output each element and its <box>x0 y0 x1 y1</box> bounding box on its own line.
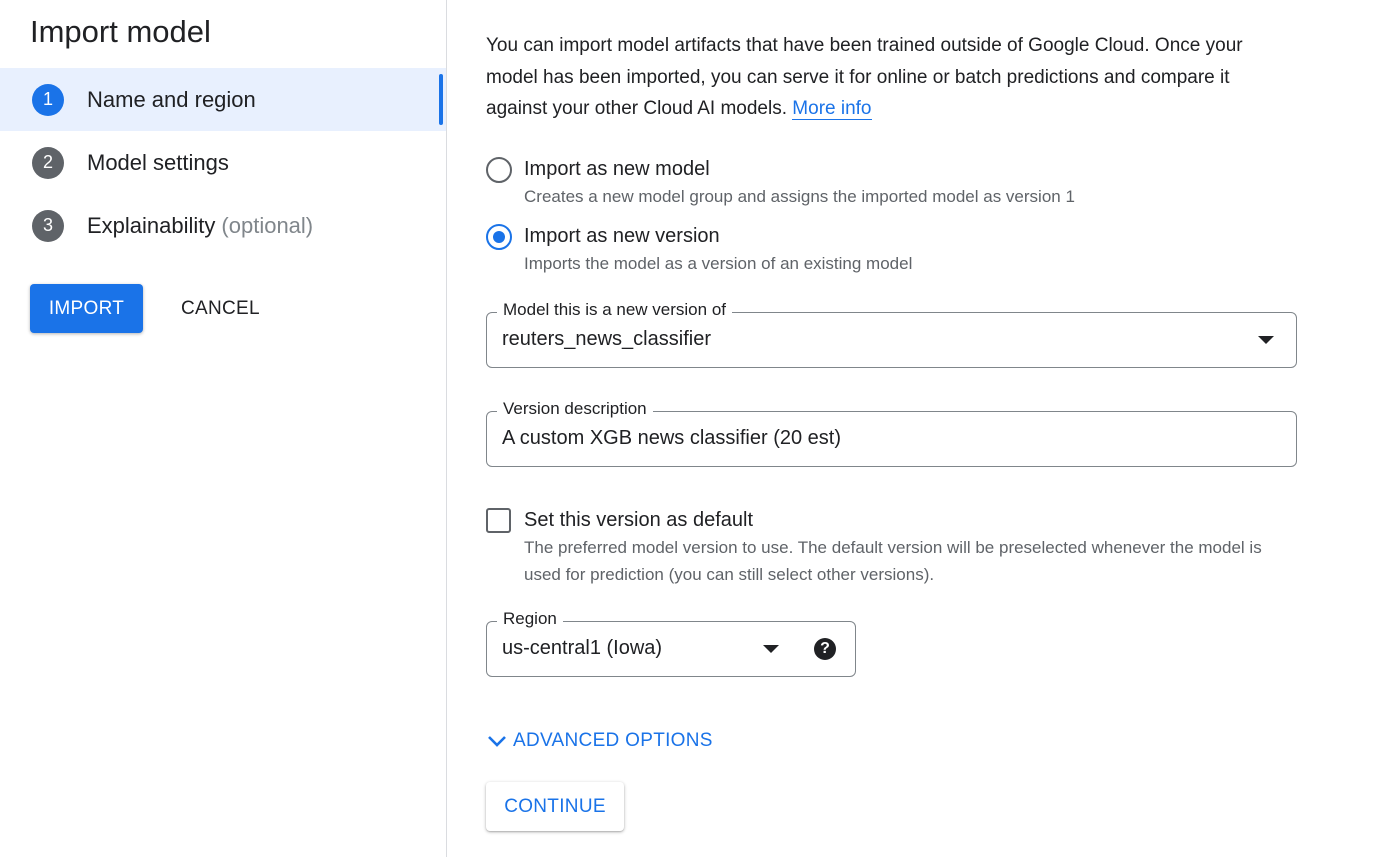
checkbox-label: Set this version as default <box>524 509 754 531</box>
help-icon[interactable]: ? <box>814 638 836 660</box>
region-select[interactable]: Region us-central1 (Iowa) ? <box>486 609 856 677</box>
radio-icon[interactable] <box>486 157 512 183</box>
caret-down-icon <box>763 645 779 653</box>
radio-option-description: Creates a new model group and assigns th… <box>524 187 1075 206</box>
default-version-checkbox-row[interactable]: Set this version as default The preferre… <box>486 507 1284 588</box>
field-label: Region <box>497 609 563 629</box>
import-button[interactable]: IMPORT <box>30 284 143 333</box>
step-label-text: Explainability <box>87 212 216 238</box>
field-value: reuters_news_classifier <box>502 328 711 350</box>
advanced-options-label: ADVANCED OPTIONS <box>513 730 713 751</box>
step-label: Name and region <box>87 86 256 112</box>
step-explainability[interactable]: 3 Explainability (optional) <box>0 194 446 257</box>
intro-paragraph: You can import model artifacts that have… <box>486 30 1286 125</box>
field-label: Model this is a new version of <box>497 300 732 320</box>
step-number-badge: 3 <box>32 209 64 242</box>
radio-option-new-version[interactable]: Import as new version Imports the model … <box>486 223 912 277</box>
checkbox-text: Set this version as default The preferre… <box>524 507 1284 588</box>
checkbox-description: The preferred model version to use. The … <box>524 538 1262 584</box>
checkbox-icon[interactable] <box>486 508 511 533</box>
advanced-options-toggle[interactable]: ADVANCED OPTIONS <box>484 729 713 753</box>
field-value: A custom XGB news classifier (20 est) <box>502 427 842 449</box>
step-name-and-region[interactable]: 1 Name and region <box>0 68 446 131</box>
continue-button[interactable]: CONTINUE <box>486 782 624 831</box>
field-value: us-central1 (Iowa) <box>502 637 663 659</box>
step-number-badge: 2 <box>32 146 64 179</box>
caret-down-icon <box>1258 336 1274 344</box>
field-label: Version description <box>497 399 653 419</box>
radio-icon[interactable] <box>486 224 512 250</box>
form-actions: IMPORT CANCEL <box>30 284 260 333</box>
radio-option-description: Imports the model as a version of an exi… <box>524 254 913 273</box>
more-info-link[interactable]: More info <box>792 98 872 120</box>
radio-option-new-model[interactable]: Import as new model Creates a new model … <box>486 156 1075 210</box>
step-label: Explainability (optional) <box>87 213 313 239</box>
radio-option-label: Import as new model <box>524 158 710 180</box>
step-number-badge: 1 <box>32 83 64 116</box>
radio-option-text: Import as new model Creates a new model … <box>524 156 1075 210</box>
step-model-settings[interactable]: 2 Model settings <box>0 131 446 194</box>
step-list: 1 Name and region 2 Model settings 3 Exp… <box>0 68 446 257</box>
model-version-select[interactable]: Model this is a new version of reuters_n… <box>486 300 1297 368</box>
chevron-down-icon <box>488 736 506 747</box>
version-description-field[interactable]: Version description A custom XGB news cl… <box>486 399 1297 467</box>
radio-option-text: Import as new version Imports the model … <box>524 223 912 277</box>
radio-option-label: Import as new version <box>524 225 720 247</box>
step-label: Model settings <box>87 149 229 175</box>
cancel-button[interactable]: CANCEL <box>181 298 260 320</box>
stepper-panel: Import model 1 Name and region 2 Model s… <box>0 0 447 857</box>
step-optional-suffix: (optional) <box>221 212 314 238</box>
form-panel: You can import model artifacts that have… <box>448 0 1400 857</box>
page-title: Import model <box>30 14 211 49</box>
